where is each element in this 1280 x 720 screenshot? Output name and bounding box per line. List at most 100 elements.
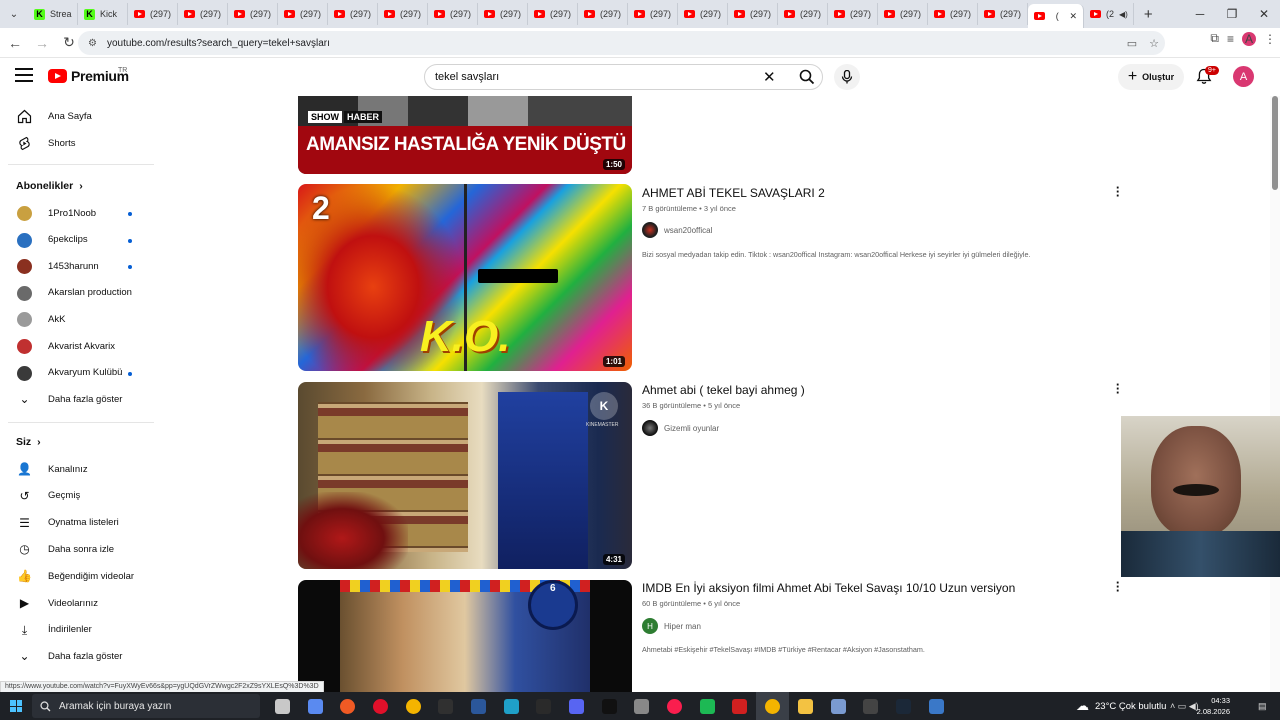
opera-gx-icon[interactable] — [658, 692, 691, 720]
browser-tab[interactable]: (297) — [978, 3, 1028, 25]
new-tab-button[interactable]: + — [1134, 6, 1162, 23]
sidebar-item-watch-later[interactable]: ◷ Daha sonra izle — [0, 536, 150, 562]
close-window-button[interactable]: ✕ — [1248, 0, 1280, 28]
subscription-item[interactable]: AkK — [0, 306, 150, 332]
settings-icon[interactable] — [920, 692, 953, 720]
forward-button[interactable]: → — [30, 31, 54, 55]
more-actions-icon[interactable]: · · · — [1115, 181, 1121, 202]
copilot-icon[interactable] — [299, 692, 332, 720]
epic-games-icon[interactable] — [528, 692, 561, 720]
video-thumbnail[interactable]: K KINEMASTER 4:31 — [298, 382, 632, 569]
opera-icon[interactable] — [364, 692, 397, 720]
browser-tab[interactable]: (297) — [678, 3, 728, 25]
browser-tab[interactable]: (297) — [878, 3, 928, 25]
browser-tab[interactable]: K Strea — [28, 3, 78, 25]
search-button[interactable] — [790, 65, 823, 89]
browser-tab[interactable]: (297) — [228, 3, 278, 25]
browser-tab[interactable]: (297) — [278, 3, 328, 25]
sidebar-item-playlists[interactable]: ☰ Oynatma listeleri — [0, 510, 150, 536]
sidebar-item-history[interactable]: ↺ Geçmiş — [0, 483, 150, 509]
more-actions-icon[interactable]: · · · — [1115, 576, 1121, 597]
close-icon[interactable]: ✕ — [1069, 11, 1077, 22]
windows-start-icon[interactable] — [10, 700, 22, 712]
back-button[interactable]: ← — [3, 31, 27, 55]
browser-tab[interactable]: (297) — [178, 3, 228, 25]
video-title[interactable]: Ahmet abi ( tekel bayi ahmeg ) — [642, 383, 805, 397]
brave-icon[interactable] — [331, 692, 364, 720]
app-red-icon[interactable] — [724, 692, 757, 720]
profile-avatar[interactable]: A — [1242, 31, 1256, 46]
file-explorer-icon[interactable] — [789, 692, 822, 720]
search-input[interactable] — [435, 71, 755, 83]
video-title[interactable]: IMDB En İyi aksiyon filmi Ahmet Abi Teke… — [642, 581, 1015, 595]
discord-icon[interactable] — [560, 692, 593, 720]
subscriptions-header[interactable]: Abonelikler › — [16, 180, 83, 192]
word-icon[interactable] — [462, 692, 495, 720]
browser-tab[interactable]: (297) — [628, 3, 678, 25]
tab-active[interactable]: ( ✕ — [1028, 4, 1084, 28]
sidebar-item-channel[interactable]: 👤 Kanalınız — [0, 456, 150, 482]
browser-tab[interactable]: (297) — [128, 3, 178, 25]
tray-icons[interactable]: ˄ ▭ ◀) — [1170, 701, 1199, 712]
weather-widget[interactable]: ☁ 23°C Çok bulutlu — [1076, 692, 1166, 720]
youtube-logo[interactable]: Premium — [48, 68, 129, 84]
menu-icon[interactable] — [15, 68, 33, 82]
notepad-icon[interactable] — [822, 692, 855, 720]
cast-icon[interactable]: ▭ — [1121, 37, 1143, 50]
channel-link[interactable]: H Hiper man — [642, 618, 701, 634]
subscription-item[interactable]: Akvarist Akvarix — [0, 333, 150, 359]
capcut-icon[interactable] — [593, 692, 626, 720]
maximize-button[interactable]: ❐ — [1216, 0, 1248, 28]
sidebar-item-your-videos[interactable]: ▶ Videolarınız — [0, 590, 150, 616]
browser-tab[interactable]: (297) — [828, 3, 878, 25]
sidebar-item-like[interactable]: 👍 Beğendiğim videolar — [0, 563, 150, 589]
browser-tab[interactable]: (297) — [528, 3, 578, 25]
video-thumbnail[interactable]: SHOW HABER AMANSIZ HASTALIĞA YENİK DÜŞTÜ… — [298, 96, 632, 174]
extensions-icon[interactable]: ⧉ — [1210, 31, 1219, 46]
account-avatar[interactable]: A — [1233, 66, 1254, 87]
channel-link[interactable]: wsan20offical — [642, 222, 712, 238]
video-title[interactable]: AHMET ABİ TEKEL SAVAŞLARI 2 — [642, 186, 825, 200]
steam-icon[interactable] — [887, 692, 920, 720]
taskbar-search[interactable]: Aramak için buraya yazın — [32, 694, 260, 718]
scrollbar-thumb[interactable] — [1272, 96, 1278, 190]
tab-last[interactable]: (2 ◀︎) — [1084, 3, 1135, 25]
browser-tab[interactable]: (297) — [378, 3, 428, 25]
minimize-button[interactable]: ─ — [1184, 0, 1216, 28]
notifications-icon[interactable]: ▤ — [1258, 701, 1267, 712]
media-icon[interactable]: ≡ — [1227, 32, 1234, 46]
more-actions-icon[interactable]: · · · — [1115, 378, 1121, 399]
channel-link[interactable]: Gizemli oyunlar — [642, 420, 719, 436]
sidebar-show-more-you[interactable]: ⌄ Daha fazla göster — [0, 643, 150, 669]
browser-menu-icon[interactable]: ⋮ — [1264, 32, 1276, 46]
taskbar-clock[interactable]: 04:33 2.08.2026 — [1196, 695, 1230, 717]
sidebar-item-home[interactable]: Ana Sayfa — [0, 103, 150, 129]
sidebar-item-downloads[interactable]: ⤓ İndirilenler — [0, 617, 150, 643]
bookmark-star-icon[interactable]: ☆ — [1143, 37, 1165, 50]
tab-search-button[interactable]: ⌄ — [0, 0, 28, 28]
obs-studio-icon[interactable] — [854, 692, 887, 720]
sidebar-show-more-subscriptions[interactable]: ⌄ Daha fazla göster — [0, 386, 150, 412]
browser-tab[interactable]: (297) — [578, 3, 628, 25]
subscription-item[interactable]: Akarslan production — [0, 280, 150, 306]
chrome-active-icon[interactable] — [756, 692, 789, 720]
url-bar[interactable]: ⚙ youtube.com/results?search_query=tekel… — [78, 31, 1165, 55]
voice-search-button[interactable] — [834, 64, 860, 90]
clear-search-icon[interactable]: ✕ — [763, 68, 776, 86]
create-button[interactable]: + Oluştur — [1118, 64, 1184, 90]
obs-icon[interactable] — [429, 692, 462, 720]
channel-avatar[interactable] — [642, 222, 658, 238]
browser-tab[interactable]: (297) — [928, 3, 978, 25]
channel-avatar[interactable]: H — [642, 618, 658, 634]
subscription-item[interactable]: Akvaryum Kulübü — [0, 360, 150, 386]
spotify-icon[interactable] — [691, 692, 724, 720]
subscription-item[interactable]: 1Pro1Noob — [0, 200, 150, 226]
task-view-icon[interactable] — [266, 692, 299, 720]
browser-tab[interactable]: (297) — [328, 3, 378, 25]
video-thumbnail[interactable]: 2 K.O. 1:01 — [298, 184, 632, 371]
video-thumbnail[interactable]: 6 — [298, 580, 632, 692]
subscription-item[interactable]: 1453harunn — [0, 253, 150, 279]
you-header[interactable]: Siz › — [16, 436, 41, 448]
subscription-item[interactable]: 6pekclips — [0, 227, 150, 253]
browser-tab[interactable]: (297) — [428, 3, 478, 25]
